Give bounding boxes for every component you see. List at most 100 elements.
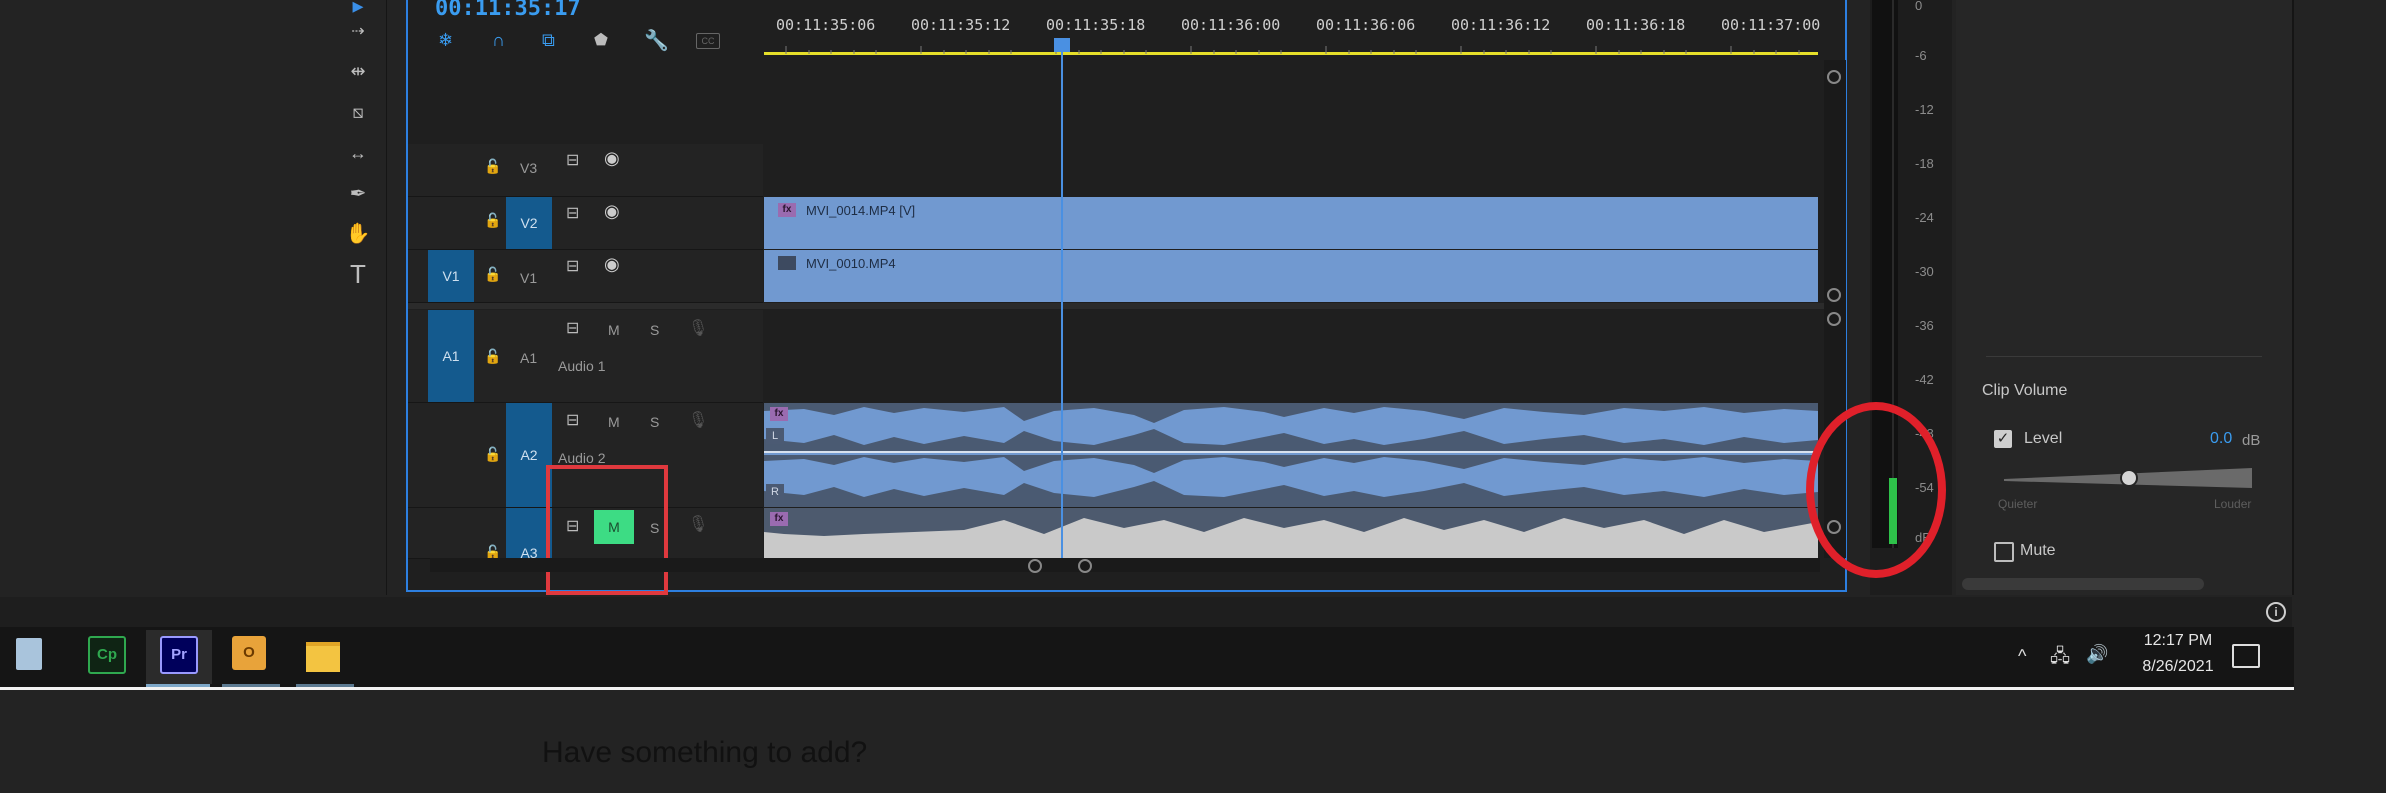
mute-checkbox[interactable] (1994, 542, 2014, 562)
clock-date[interactable]: 8/26/2021 (2130, 658, 2226, 676)
footer-prompt: Have something to add? (542, 736, 868, 769)
calculator-icon[interactable] (16, 638, 42, 670)
lock-icon[interactable]: 🔓 (484, 348, 501, 365)
scroll-handle[interactable] (1827, 70, 1841, 84)
running-app-underline (222, 684, 280, 687)
playhead-handle[interactable] (1054, 38, 1070, 52)
highlight-circle (1806, 402, 1946, 578)
panel-border (2292, 0, 2294, 595)
zoom-handle-left[interactable] (1028, 559, 1042, 573)
add-marker-icon[interactable]: ⬟ (594, 30, 608, 50)
meter-scale-label: -12 (1915, 102, 1934, 117)
louder-label: Louder (2214, 497, 2252, 511)
panel-scrollbar[interactable] (1962, 578, 2204, 590)
volume-icon[interactable]: 🔊 (2086, 644, 2108, 665)
playhead-line[interactable] (1061, 38, 1063, 558)
notification-icon[interactable] (2232, 644, 2260, 668)
ruler-ticks (785, 46, 1800, 54)
sync-lock-icon[interactable]: ⊟ (566, 203, 579, 223)
lock-icon[interactable]: 🔓 (484, 158, 501, 175)
level-value[interactable]: 0.0 (2210, 430, 2232, 448)
lock-icon[interactable]: 🔓 (484, 266, 501, 283)
level-label: Level (2024, 430, 2063, 447)
page-footer (0, 690, 2386, 793)
eye-icon[interactable]: ◉ (604, 201, 620, 222)
scroll-handle[interactable] (1827, 288, 1841, 302)
sync-lock-icon[interactable]: ⊟ (566, 410, 579, 430)
sync-lock-icon[interactable]: ⊟ (566, 318, 579, 338)
hand-tool-icon[interactable]: ✋ (344, 220, 372, 248)
file-explorer-icon[interactable] (306, 642, 340, 672)
solo-button-a2[interactable]: S (650, 414, 659, 430)
fx-badge: fx (778, 203, 796, 217)
snap-icon[interactable]: ∩ (492, 30, 505, 51)
track-label-a1: A1 (520, 350, 538, 366)
track-select-tool-icon[interactable]: ⇢ (344, 18, 372, 46)
microphone-icon[interactable]: 🎙 (688, 318, 708, 338)
sync-lock-icon[interactable]: ⊟ (566, 256, 579, 276)
network-icon[interactable]: 🖧 (2050, 644, 2070, 674)
track-label-v3: V3 (520, 160, 538, 176)
track-label-v1: V1 (520, 270, 538, 286)
lock-icon[interactable]: 🔓 (484, 212, 501, 229)
slip-tool-icon[interactable]: ↔ (344, 139, 372, 167)
fx-badge: fx (770, 512, 788, 526)
active-app-underline (146, 684, 210, 687)
section-divider (1986, 356, 2262, 357)
ruler-tick-label: 00:11:35:12 (911, 16, 1011, 34)
selection-tool-icon[interactable]: ▸ (344, 0, 372, 20)
microphone-icon[interactable]: 🎙 (688, 410, 708, 430)
mute-button-a2[interactable]: M (608, 414, 620, 430)
ripple-edit-tool-icon[interactable]: ⇹ (344, 57, 372, 85)
quieter-label: Quieter (1998, 497, 2038, 511)
track-header-v2 (408, 197, 763, 250)
clip-name: MVI_0010.MP4 (806, 256, 896, 271)
source-patch-a1[interactable]: A1 (428, 310, 474, 402)
waveform (764, 403, 1818, 507)
microphone-icon[interactable]: 🎙 (688, 514, 708, 534)
razor-tool-icon[interactable]: ⧅ (344, 98, 372, 126)
mute-button-a1[interactable]: M (608, 322, 620, 338)
lock-icon[interactable]: 🔓 (484, 446, 501, 463)
source-patch-v1[interactable]: V1 (428, 250, 474, 302)
meter-scale-label: -24 (1915, 210, 1934, 225)
timecode-display[interactable]: 00:11:35:17 (435, 0, 581, 21)
video-clip-v1[interactable] (764, 250, 1818, 302)
info-icon[interactable]: i (2266, 602, 2286, 622)
level-unit: dB (2242, 432, 2261, 449)
scroll-handle[interactable] (1827, 312, 1841, 326)
zoom-handle-right[interactable] (1078, 559, 1092, 573)
status-bar (0, 597, 2292, 627)
captions-icon[interactable]: CC (696, 33, 720, 49)
track-name-a1: Audio 1 (558, 358, 606, 374)
ruler-tick-label: 00:11:36:00 (1181, 16, 1281, 34)
level-checkbox[interactable]: ✓ (1994, 430, 2012, 448)
outlook-icon[interactable]: O (232, 636, 266, 670)
premiere-pro-icon[interactable]: Pr (160, 636, 198, 674)
highlight-box (546, 465, 668, 595)
captivate-icon[interactable]: Cp (88, 636, 126, 674)
clock-time[interactable]: 12:17 PM (2130, 632, 2226, 650)
chevron-up-icon[interactable]: ^ (2018, 646, 2026, 667)
linked-selection-icon[interactable]: ⧉ (542, 30, 555, 51)
video-clip-v2[interactable] (764, 197, 1818, 249)
channel-left-label: L (766, 428, 784, 444)
pen-tool-icon[interactable]: ✒ (344, 180, 372, 208)
track-target-v2[interactable]: V2 (506, 197, 552, 249)
level-slider-thumb[interactable] (2120, 469, 2138, 487)
horizontal-scrollbar[interactable] (430, 558, 1820, 572)
eye-icon[interactable]: ◉ (604, 148, 620, 169)
nest-icon[interactable]: ❄ (438, 30, 453, 51)
eye-icon[interactable]: ◉ (604, 254, 620, 275)
video-audio-divider[interactable] (408, 303, 1824, 309)
sync-lock-icon[interactable]: ⊟ (566, 150, 579, 170)
channel-right-label: R (766, 484, 784, 500)
clip-name: MVI_0014.MP4 [V] (806, 203, 916, 218)
ruler-tick-label: 00:11:36:12 (1451, 16, 1551, 34)
type-tool-icon[interactable]: T (344, 260, 372, 288)
ruler-tick-label: 00:11:35:06 (776, 16, 876, 34)
solo-button-a1[interactable]: S (650, 322, 659, 338)
wrench-icon[interactable]: 🔧 (644, 28, 669, 53)
meter-scale-label: -6 (1915, 48, 1927, 63)
mute-label: Mute (2020, 542, 2056, 559)
